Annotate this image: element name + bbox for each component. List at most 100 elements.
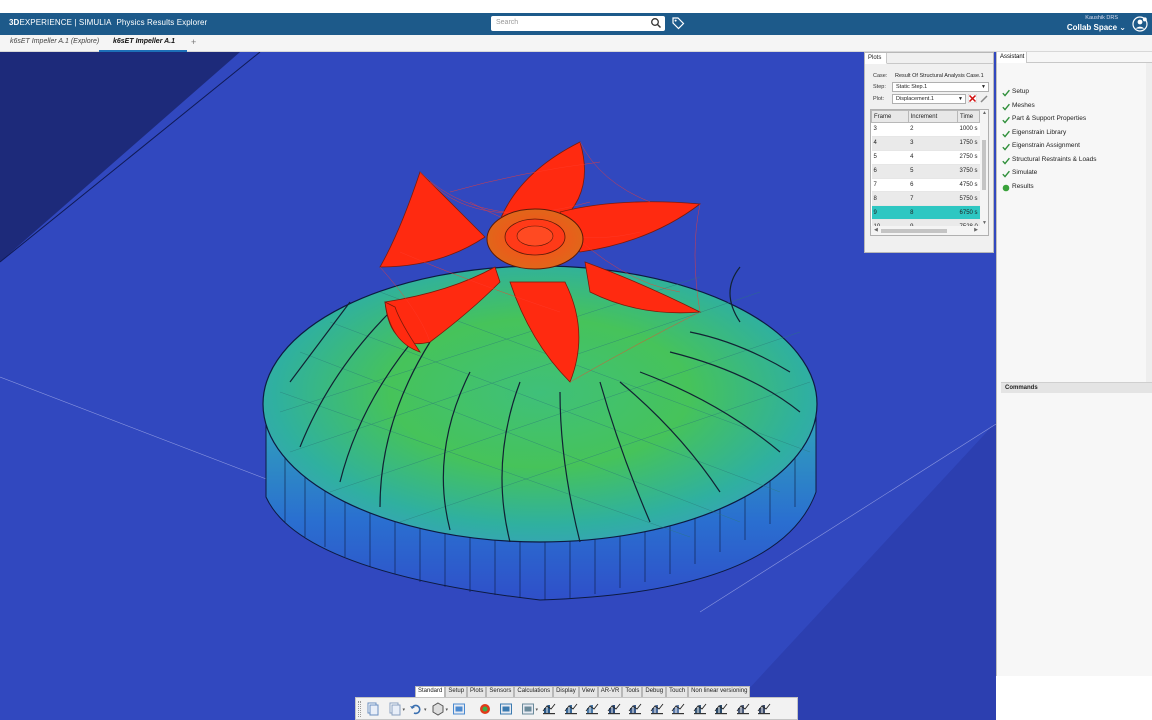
sensor-plot-icon[interactable] <box>564 702 578 716</box>
edit-plot-icon[interactable] <box>980 95 988 103</box>
multi-chart-icon[interactable] <box>671 702 685 716</box>
undo-icon[interactable] <box>409 702 423 716</box>
step-select[interactable]: Static Step.1 ▼ <box>892 82 989 92</box>
collab-space-selector[interactable]: Collab Space ⌄ <box>1067 23 1126 32</box>
assistant-step[interactable]: Results <box>1002 183 1097 197</box>
column-increment[interactable]: Increment <box>907 110 959 123</box>
toolbar-tab[interactable]: Standard <box>415 686 446 697</box>
toolbar-grip[interactable] <box>358 701 361 717</box>
assistant-step[interactable]: Setup <box>1002 88 1097 102</box>
impeller-model[interactable] <box>0 52 996 720</box>
cell-time: 1750 s <box>957 136 980 151</box>
toolbar-tab[interactable]: AR-VR <box>597 686 623 697</box>
toolbar-tab[interactable]: Setup <box>445 686 468 697</box>
add-tab-button[interactable]: + <box>191 37 196 47</box>
tab-plots[interactable]: Plots <box>865 53 887 64</box>
toolbar-tab[interactable]: Touch <box>666 686 689 697</box>
curve-edit-icon[interactable] <box>714 702 728 716</box>
xy-plot-icon[interactable] <box>650 702 664 716</box>
publish-icon[interactable] <box>452 702 466 716</box>
scroll-left-icon[interactable]: ◀ <box>874 227 878 233</box>
plot-select[interactable]: Displacement.1 ▼ <box>892 94 966 104</box>
case-label: Case: <box>873 73 888 79</box>
toolbar-tab[interactable]: Tools <box>622 686 643 697</box>
dropdown-arrow-icon[interactable]: ▾ <box>446 707 449 713</box>
assistant-step[interactable]: Structural Restraints & Loads <box>1002 156 1097 170</box>
table-row[interactable]: 8 7 5750 s <box>871 191 980 207</box>
simulation-icon[interactable] <box>499 702 513 716</box>
tab-explore[interactable]: k6sET Impeller A.1 (Explore) <box>10 38 99 45</box>
tag-icon[interactable] <box>671 16 685 30</box>
paste-icon[interactable] <box>388 702 402 716</box>
horizontal-scrollbar[interactable]: ◀ ▶ <box>871 226 988 235</box>
bar-chart-icon[interactable] <box>542 702 556 716</box>
chevron-down-icon: ▼ <box>958 96 963 102</box>
app-header: 3DEXPERIENCE | SIMULIA Physics Results E… <box>0 13 1152 35</box>
cell-increment: 2 <box>908 122 958 137</box>
tab-assistant[interactable]: Assistant <box>997 52 1027 63</box>
tab-active-document[interactable]: k6sET Impeller A.1 <box>99 35 187 52</box>
assistant-step[interactable]: Simulate <box>1002 169 1097 183</box>
avatar-icon[interactable] <box>1132 16 1148 32</box>
toolbar-tab[interactable]: Calculations <box>514 686 554 697</box>
cell-frame: 5 <box>871 150 909 165</box>
toolbar-tab[interactable]: Debug <box>642 686 667 697</box>
toolbar-tab[interactable]: Display <box>553 686 579 697</box>
cell-increment: 8 <box>908 205 958 221</box>
commands-header[interactable]: Commands <box>1001 382 1152 393</box>
dropdown-arrow-icon[interactable]: ▾ <box>403 707 406 713</box>
scroll-thumb[interactable] <box>982 140 986 190</box>
assistant-step[interactable]: Eigenstrain Library <box>1002 129 1097 143</box>
dropdown-arrow-icon[interactable]: ▾ <box>424 707 427 713</box>
column-time[interactable]: Time <box>957 110 980 123</box>
column-frame[interactable]: Frame <box>871 110 909 123</box>
scroll-thumb[interactable] <box>881 229 947 233</box>
toolbar-tab[interactable]: View <box>578 686 598 697</box>
step-label: Meshes <box>1012 101 1035 109</box>
top-strip <box>0 0 1152 13</box>
assistant-step[interactable]: Part & Support Properties <box>1002 115 1097 129</box>
check-icon <box>1002 130 1010 138</box>
cell-frame: 8 <box>871 191 909 207</box>
column-chart-icon[interactable] <box>607 702 621 716</box>
curve-plot-icon[interactable] <box>693 702 707 716</box>
table-row-selected[interactable]: 9 8 6750 s <box>871 205 980 221</box>
step-label: Structural Restraints & Loads <box>1012 155 1097 163</box>
search-input[interactable]: Search <box>496 19 518 26</box>
material-icon[interactable] <box>478 702 492 716</box>
toolbar-tab[interactable]: Non linear versioning <box>688 686 751 697</box>
search-box[interactable]: Search <box>491 16 665 31</box>
copy-icon[interactable] <box>366 702 380 716</box>
scroll-right-icon[interactable]: ▶ <box>974 227 978 233</box>
assistant-scrollbar[interactable] <box>1146 63 1152 393</box>
delete-plot-icon[interactable] <box>968 94 977 103</box>
search-icon[interactable] <box>650 17 662 29</box>
plots-panel: Plots Case: Result Of Structural Analysi… <box>864 52 994 253</box>
bend-icon[interactable] <box>757 702 771 716</box>
table-row[interactable]: 7 6 4750 s <box>871 178 980 193</box>
histogram-icon[interactable] <box>585 702 599 716</box>
list-icon[interactable] <box>521 702 535 716</box>
scroll-up-icon[interactable]: ▲ <box>982 110 987 116</box>
assistant-step[interactable]: Meshes <box>1002 102 1097 116</box>
table-row[interactable]: 4 3 1750 s <box>871 136 980 151</box>
analysis-icon[interactable] <box>736 702 750 716</box>
toolbar-tab[interactable]: Sensors <box>486 686 515 697</box>
status-dot-icon <box>1002 184 1010 191</box>
3d-viewport[interactable] <box>0 52 996 720</box>
table-row[interactable]: 6 5 3750 s <box>871 164 980 179</box>
toolbar-tab[interactable]: Plots <box>467 686 487 697</box>
dropdown-arrow-icon[interactable]: ▾ <box>536 707 539 713</box>
assistant-step[interactable]: Eigenstrain Assignment <box>1002 142 1097 156</box>
table-row[interactable]: 3 2 1000 s <box>871 122 980 137</box>
model-icon[interactable] <box>431 702 445 716</box>
hub-bore <box>516 225 554 247</box>
cell-increment: 3 <box>908 136 958 151</box>
toolbar-tabs: Standard Setup Plots Sensors Calculations Dis… <box>415 686 751 697</box>
line-chart-icon[interactable] <box>628 702 642 716</box>
document-tab-bar: k6sET Impeller A.1 (Explore) k6sET Impel… <box>0 35 1152 52</box>
table-row[interactable]: 5 4 2750 s <box>871 150 980 165</box>
vertical-scrollbar[interactable]: ▲ ▼ <box>980 110 988 227</box>
assistant-panel: Assistant Setup Meshes Part & Support Prop… <box>996 52 1152 676</box>
frame-rows: 3 2 1000 s 4 3 1750 s 5 4 2750 s 6 5 3750 s 7 6 47… <box>871 122 980 235</box>
